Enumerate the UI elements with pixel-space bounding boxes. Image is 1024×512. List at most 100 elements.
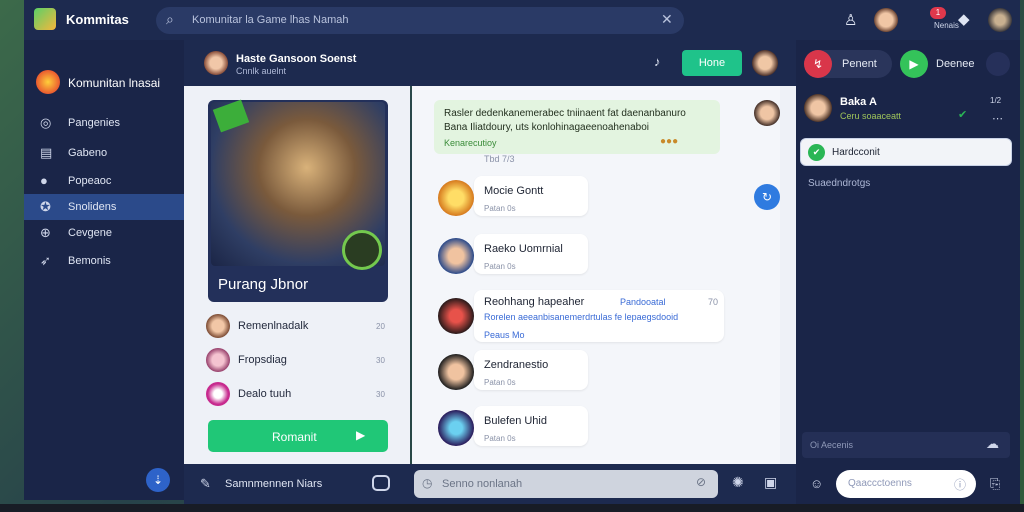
- filter-input-text: Oi Aecenis: [810, 440, 854, 450]
- conversation-name: Haste Gansoon Soenst: [236, 53, 357, 65]
- refresh-icon[interactable]: ↻: [754, 184, 780, 210]
- avatar: [438, 238, 474, 274]
- more-button[interactable]: [986, 52, 1010, 76]
- sidebar-item-label: Cevgene: [68, 227, 113, 239]
- compose-placeholder: Qaaccctoenns: [848, 478, 912, 489]
- sidebar-item-label: Snolidens: [68, 201, 117, 213]
- info-icon[interactable]: ⓘ: [954, 476, 966, 493]
- play-icon[interactable]: ▶: [900, 50, 928, 78]
- message-author: Zendranestio: [484, 359, 549, 371]
- sidebar-item-cevgene[interactable]: ⊕ Cevgene: [24, 220, 184, 246]
- sidebar-item-bemonis[interactable]: ➶ Bemonis: [24, 248, 184, 274]
- attach-icon[interactable]: ⊘: [696, 475, 706, 489]
- message-author: Raeko Uomrnial: [484, 243, 563, 255]
- user-icon[interactable]: ♙: [844, 11, 857, 29]
- member-item[interactable]: Remenlnadalk 20: [206, 314, 396, 338]
- avatar: [438, 298, 474, 334]
- more-icon[interactable]: ⋯: [992, 112, 1003, 125]
- member-name: Remenlnadalk: [238, 320, 309, 332]
- sidebar-item-label: Pangenies: [68, 117, 120, 129]
- pinned-message-text: Rasler dedenkanemerabec tniinaent fat da…: [444, 108, 686, 119]
- sidebar-item-label: Gabeno: [68, 147, 108, 159]
- conversation-avatar: [204, 51, 228, 75]
- message-time: Patan 0s: [484, 434, 516, 443]
- play-icon: ▶: [356, 428, 366, 442]
- avatar: [438, 354, 474, 390]
- scrollbar[interactable]: [780, 86, 796, 464]
- home-button[interactable]: Hone: [682, 50, 742, 76]
- close-icon[interactable]: ✕: [661, 11, 673, 28]
- card-title: Purang Jbnor: [218, 276, 309, 293]
- sidebar-item-pangenies[interactable]: ◎ Pangenies: [24, 110, 184, 136]
- collapse-button[interactable]: ⇣: [146, 468, 170, 492]
- emoji-reactions[interactable]: ●●●: [660, 136, 678, 147]
- home-button-label: Hone: [698, 57, 726, 69]
- message-author: Bulefen Uhid: [484, 415, 547, 427]
- phone-icon: ↯: [804, 50, 832, 78]
- pinned-message-text: Bana Iliatdoury, uts konlohinagaeenoahen…: [444, 122, 649, 133]
- emoji-icon[interactable]: [372, 475, 390, 491]
- edit-icon[interactable]: ✎: [200, 476, 211, 492]
- smile-icon[interactable]: ☺: [810, 476, 823, 491]
- penent-button-label: Penent: [842, 58, 877, 70]
- member-item[interactable]: Fropsdiag 30: [206, 348, 396, 372]
- avatar: [206, 314, 230, 338]
- sidebar-item-popeaoc[interactable]: ● Popeaoc: [24, 168, 184, 194]
- rocket-icon: ➶: [40, 253, 51, 268]
- users-icon: ✪: [40, 199, 51, 214]
- sidebar-item-snolidens[interactable]: ✪ Snolidens: [24, 194, 184, 220]
- deenee-button-label: Deenee: [936, 58, 975, 70]
- pinned-message-link: Kenarecutioy: [444, 138, 497, 148]
- message-time: Patan 0s: [484, 378, 516, 387]
- member-count: 30: [376, 390, 385, 399]
- section-title: Suaedndrotgs: [808, 178, 871, 189]
- send-icon[interactable]: ⎘: [990, 476, 1000, 492]
- bell-icon[interactable]: ♪: [654, 54, 661, 69]
- avatar: [438, 180, 474, 216]
- avatar: [206, 348, 230, 372]
- taskbar: [0, 504, 1024, 512]
- group-logo-icon: [36, 70, 60, 94]
- avatar[interactable]: [752, 50, 778, 76]
- sidebar-item-label: Popeaoc: [68, 175, 112, 187]
- diamond-icon[interactable]: ◆: [958, 10, 970, 28]
- chat-icon: ●: [40, 173, 48, 188]
- user-status: Ceru soaaceatt: [840, 111, 902, 121]
- list-icon: ▤: [40, 145, 53, 160]
- avatar: [754, 100, 780, 126]
- badge-icon: [342, 230, 382, 270]
- join-button-label: Romanit: [272, 430, 317, 444]
- cloud-icon[interactable]: ☁: [986, 436, 999, 452]
- conversation-subtitle: Cnnlk auelnt: [236, 66, 287, 76]
- notification-badge: 1: [930, 7, 946, 19]
- compass-icon: ◎: [40, 115, 52, 130]
- message-author: Reohhang hapeaher: [484, 296, 585, 308]
- avatar: [804, 94, 832, 122]
- sidebar-item-gabeno[interactable]: ▤ Gabeno: [24, 140, 184, 166]
- hardcconit-label: Hardcconit: [832, 147, 880, 158]
- check-icon: ✔: [808, 144, 825, 161]
- app-logo-icon: [34, 8, 56, 30]
- user-count: 1/2: [990, 96, 1002, 105]
- member-item[interactable]: Dealo tuuh 30: [206, 382, 396, 406]
- avatar: [438, 410, 474, 446]
- message-input-placeholder: Senno nonlanah: [442, 478, 523, 490]
- notification-label: Nenais: [934, 21, 959, 30]
- image-icon[interactable]: ▣: [764, 474, 777, 491]
- message-text: Peaus Mo: [484, 330, 525, 340]
- message-time: Tbd 7/3: [484, 154, 515, 164]
- message-time: 70: [708, 297, 719, 307]
- profile-avatar[interactable]: [988, 8, 1012, 32]
- check-icon: ✔: [958, 109, 968, 121]
- user-name: Baka A: [840, 96, 877, 108]
- gamepad-icon: ⊕: [40, 225, 51, 240]
- comment-label: Samnmennen Niars: [225, 478, 323, 490]
- member-count: 20: [376, 322, 385, 331]
- avatar[interactable]: [874, 8, 898, 32]
- member-name: Fropsdiag: [238, 354, 287, 366]
- group-name: Komunitan lnasai: [68, 76, 161, 90]
- settings-icon[interactable]: ✺: [732, 474, 744, 491]
- member-name: Dealo tuuh: [238, 388, 292, 400]
- message-time: Patan 0s: [484, 204, 516, 213]
- avatar: [206, 382, 230, 406]
